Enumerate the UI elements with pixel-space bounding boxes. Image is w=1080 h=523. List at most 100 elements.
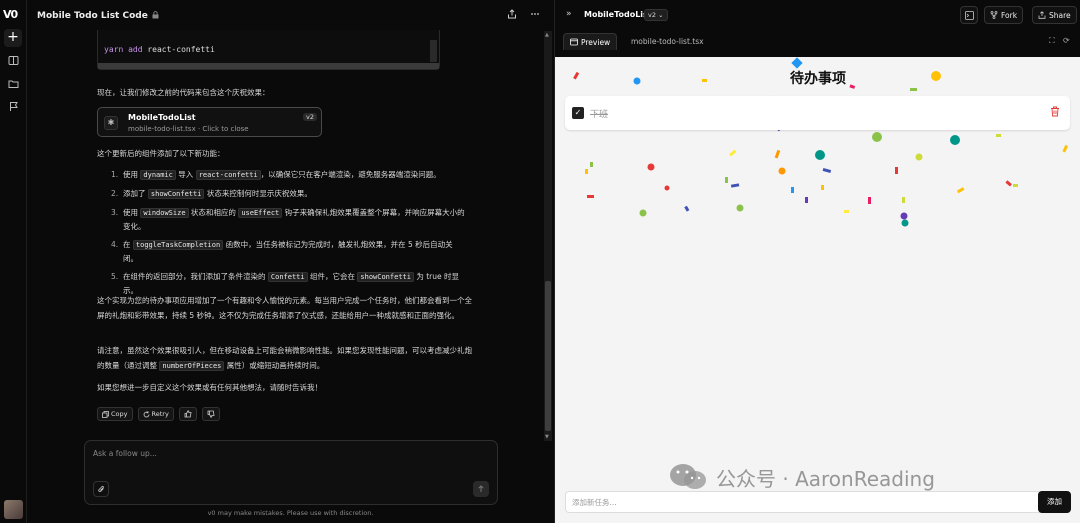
inline-code: Confetti bbox=[267, 272, 308, 282]
collapse-chevrons-icon[interactable]: » bbox=[566, 9, 572, 19]
chat-header: Mobile Todo List Code bbox=[27, 0, 554, 31]
thumbs-down-icon bbox=[207, 410, 215, 418]
inline-code: useEffect bbox=[238, 208, 283, 218]
terminal-icon bbox=[964, 10, 974, 20]
share-button[interactable]: Share bbox=[1032, 6, 1077, 24]
left-rail: V0 + bbox=[0, 0, 27, 523]
book-icon[interactable] bbox=[6, 55, 20, 69]
feature-item: 2. 添加了 showConfetti 状态来控制何时显示庆祝效果。 bbox=[111, 187, 466, 201]
fullscreen-icon[interactable]: ⛶ bbox=[1049, 36, 1055, 46]
trash-icon bbox=[1051, 106, 1059, 117]
features-list: 1. 使用 dynamic 导入 react-confetti ，以确保它只在客户端… bbox=[111, 168, 466, 302]
feature-item: 4. 在 toggleTaskCompletion 函数中，当任务被标记为完成时，… bbox=[111, 238, 466, 265]
watermark-text: 公众号 · AaronReading bbox=[716, 466, 935, 491]
feature-text: 状态和相应的 bbox=[188, 208, 239, 217]
fork-icon bbox=[990, 11, 998, 19]
version-select[interactable]: v2 ⌄ bbox=[644, 9, 668, 21]
delete-button[interactable] bbox=[1050, 106, 1060, 120]
todo-item: ✓ 下班 bbox=[565, 96, 1070, 130]
scroll-down-arrow[interactable]: ▼ bbox=[545, 434, 549, 440]
intro-text: 现在，让我们修改之前的代码来包含这个庆祝效果： bbox=[97, 88, 270, 97]
copy-button[interactable]: Copy bbox=[97, 407, 133, 421]
version-card[interactable]: ✱ MobileTodoList mobile-todo-list.tsx · … bbox=[97, 107, 322, 137]
user-avatar[interactable] bbox=[4, 500, 23, 519]
feature-text: ，以确保它只在客户端渲染，避免服务器端渲染问题。 bbox=[260, 170, 441, 179]
code-line: yarn add react-confetti bbox=[104, 45, 215, 54]
todo-checkbox[interactable]: ✓ bbox=[572, 107, 584, 119]
preview-tabs: Preview mobile-todo-list.tsx ⛶ ⟳ bbox=[555, 31, 1080, 51]
refresh-icon[interactable]: ⟳ bbox=[1063, 36, 1070, 45]
feature-text: 导入 bbox=[175, 170, 196, 179]
feature-text: 使用 bbox=[123, 170, 141, 179]
preview-header: » MobileTodoList v2 ⌄ Fork Share bbox=[555, 0, 1080, 31]
folder-icon[interactable] bbox=[6, 78, 20, 92]
feature-text: 在组件的返回部分，我们添加了条件渲染的 bbox=[123, 272, 268, 281]
list-number: 1. bbox=[111, 170, 119, 179]
feature-text: 状态来控制何时显示庆祝效果。 bbox=[204, 189, 312, 198]
feature-item: 3. 使用 windowSize 状态和相应的 useEffect 钩子来确保礼炮… bbox=[111, 206, 466, 233]
retry-button[interactable]: Retry bbox=[137, 407, 174, 421]
todo-text: 下班 bbox=[590, 110, 609, 120]
card-version-badge: v2 bbox=[303, 113, 317, 121]
inline-code: dynamic bbox=[140, 170, 176, 180]
share-icon bbox=[1038, 11, 1046, 19]
project-name: MobileTodoList bbox=[584, 10, 652, 19]
inline-code: react-confetti bbox=[195, 170, 261, 180]
wechat-logo bbox=[670, 464, 706, 489]
chat-scrollbar[interactable]: ▲ ▼ bbox=[544, 31, 552, 441]
follow-up-input[interactable]: Ask a follow up... bbox=[93, 449, 157, 458]
paragraph-3: 如果您想进一步自定义这个效果或有任何其他想法，请随时告诉我！ bbox=[97, 383, 322, 392]
fork-button[interactable]: Fork bbox=[984, 6, 1024, 24]
paragraph-1: 这个实现为您的待办事项应用增加了一个有趣和令人愉悦的元素。每当用户完成一个任务时… bbox=[97, 296, 472, 320]
chat-panel: Mobile Todo List Code yarn add react-con… bbox=[27, 0, 554, 523]
copy-icon bbox=[102, 410, 109, 418]
feature-item: 1. 使用 dynamic 导入 react-confetti ，以确保它只在客户端… bbox=[111, 168, 466, 182]
thumbs-up-icon bbox=[184, 410, 192, 418]
list-number: 3. bbox=[111, 208, 119, 217]
thumbs-up-button[interactable] bbox=[178, 407, 197, 421]
feature-text: 添加了 bbox=[123, 189, 148, 198]
code-vertical-scrollbar[interactable] bbox=[430, 40, 437, 62]
new-task-input[interactable]: 添加新任务... bbox=[565, 491, 1043, 513]
follow-up-composer[interactable]: Ask a follow up... bbox=[84, 440, 498, 505]
features-heading: 这个更新后的组件添加了以下新功能： bbox=[97, 149, 225, 158]
list-number: 5. bbox=[111, 272, 119, 281]
inline-code: toggleTaskCompletion bbox=[132, 240, 224, 250]
list-number: 2. bbox=[111, 189, 119, 198]
scroll-up-arrow[interactable]: ▲ bbox=[545, 32, 549, 38]
send-button[interactable] bbox=[473, 481, 489, 497]
inline-code: windowSize bbox=[140, 208, 189, 218]
app-title: 待办事项 bbox=[790, 71, 846, 87]
component-icon: ✱ bbox=[104, 116, 118, 130]
list-number: 4. bbox=[111, 240, 119, 249]
preview-panel: » MobileTodoList v2 ⌄ Fork Share Preview… bbox=[554, 0, 1080, 523]
thumbs-down-button[interactable] bbox=[201, 407, 220, 421]
lock-icon bbox=[152, 10, 159, 21]
inline-code: showConfetti bbox=[357, 272, 414, 282]
app-preview-frame: 待办事项 ✓ 下班 添加新任务... 添加 bbox=[555, 57, 1080, 523]
feature-text: 在 bbox=[123, 240, 133, 249]
share-icon[interactable] bbox=[507, 9, 517, 22]
more-icon[interactable] bbox=[530, 9, 540, 22]
preview-icon bbox=[570, 38, 578, 46]
arrow-up-icon bbox=[478, 485, 484, 492]
watermark: 公众号 · AaronReading bbox=[668, 462, 935, 492]
new-chat-button[interactable]: + bbox=[4, 29, 22, 47]
tab-code-file[interactable]: mobile-todo-list.tsx bbox=[625, 33, 710, 50]
add-task-button[interactable]: 添加 bbox=[1038, 491, 1071, 513]
terminal-button[interactable] bbox=[960, 6, 978, 24]
paragraph-2: 请注意，虽然这个效果很吸引人，但在移动设备上可能会稍微影响性能。如果您发现性能问… bbox=[97, 346, 472, 371]
v0-logo[interactable]: V0 bbox=[3, 8, 18, 21]
chat-title[interactable]: Mobile Todo List Code bbox=[37, 11, 148, 21]
flag-icon[interactable] bbox=[6, 101, 20, 115]
chat-scroll-thumb[interactable] bbox=[545, 281, 551, 431]
retry-icon bbox=[143, 410, 149, 417]
attach-button[interactable] bbox=[93, 481, 109, 497]
code-horizontal-scrollbar[interactable] bbox=[98, 63, 439, 69]
inline-code: showConfetti bbox=[147, 189, 205, 199]
tab-preview[interactable]: Preview bbox=[563, 33, 618, 50]
new-task-placeholder: 添加新任务... bbox=[572, 498, 617, 507]
feature-text: 使用 bbox=[123, 208, 141, 217]
feature-text: 组件，它会在 bbox=[307, 272, 358, 281]
chevron-down-icon: ⌄ bbox=[658, 11, 664, 19]
